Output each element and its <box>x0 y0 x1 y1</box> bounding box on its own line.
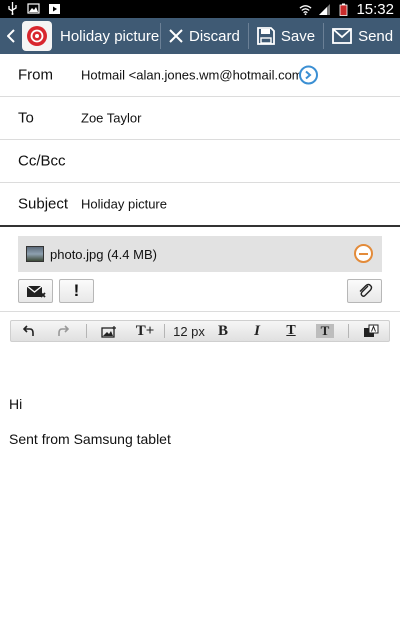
clock: 15:32 <box>356 0 394 18</box>
account-select-button[interactable] <box>299 65 318 85</box>
photo-thumbnail <box>26 246 44 262</box>
font-size-select[interactable]: 12 px <box>170 321 208 341</box>
mail-settings-icon <box>26 284 46 298</box>
subject-label: Subject <box>18 195 69 213</box>
remove-attachment-button[interactable] <box>354 244 373 263</box>
save-icon <box>256 27 275 45</box>
format-toolbar: T+ 12 px B I T T <box>10 320 390 342</box>
image-icon <box>27 3 40 14</box>
play-store-icon <box>49 4 60 14</box>
underline-button[interactable]: T <box>281 321 301 341</box>
paperclip-icon <box>359 283 372 297</box>
underline-icon: T <box>286 323 296 338</box>
recipient-chip[interactable]: Zoe Taylor <box>81 111 141 126</box>
exclamation-icon: ! <box>73 281 80 300</box>
highlight-icon: T <box>320 323 330 338</box>
bold-button[interactable]: B <box>213 321 233 341</box>
battery-icon <box>340 3 348 16</box>
to-label: To <box>18 109 34 127</box>
text-size-button[interactable]: T+ <box>133 321 157 341</box>
priority-button[interactable]: ! <box>59 279 94 303</box>
text-size-icon: T+ <box>135 322 155 339</box>
redo-icon <box>58 325 69 336</box>
status-bar: 15:32 <box>0 0 400 18</box>
italic-icon: I <box>254 322 260 339</box>
redo-button[interactable] <box>53 321 73 341</box>
divider <box>323 23 325 49</box>
from-label: From <box>18 66 53 84</box>
back-button[interactable] <box>4 18 18 54</box>
discard-button[interactable]: Discard <box>165 18 244 54</box>
send-label: Send <box>358 27 394 45</box>
divider <box>348 324 349 338</box>
divider <box>247 23 249 49</box>
body-line[interactable]: Hi <box>9 396 22 412</box>
attach-file-button[interactable] <box>347 279 382 303</box>
to-field[interactable]: To Zoe Taylor <box>0 97 400 140</box>
from-value: Hotmail <alan.jones.wm@hotmail.com> <box>81 67 311 83</box>
chevron-right-icon <box>305 70 312 80</box>
undo-icon <box>23 325 34 336</box>
attachment-name: photo.jpg (4.4 MB) <box>50 246 157 262</box>
divider <box>164 324 165 338</box>
minus-icon <box>359 252 368 255</box>
font-color-icon <box>364 324 379 337</box>
italic-button[interactable]: I <box>247 321 267 341</box>
action-bar: Holiday picture Discard Save Send <box>0 18 400 54</box>
divider <box>160 23 161 49</box>
from-row[interactable]: From Hotmail <alan.jones.wm@hotmail.com> <box>0 54 400 97</box>
save-label: Save <box>280 27 316 45</box>
cc-bcc-field[interactable]: Cc/Bcc <box>0 140 400 183</box>
discard-label: Discard <box>189 27 240 45</box>
signature-line[interactable]: Sent from Samsung tablet <box>9 431 171 447</box>
email-app-icon[interactable] <box>22 21 52 51</box>
highlight-button[interactable]: T <box>316 323 334 338</box>
chevron-left-icon <box>7 29 15 43</box>
attachment-item[interactable]: photo.jpg (4.4 MB) <box>18 236 382 272</box>
font-size-value: 12 px <box>173 323 205 339</box>
send-button[interactable]: Send <box>328 18 397 54</box>
bold-icon: B <box>217 322 228 339</box>
divider <box>0 311 400 312</box>
insert-image-icon <box>101 325 116 338</box>
more-format-button[interactable] <box>360 321 382 341</box>
page-title: Holiday picture <box>60 27 160 45</box>
wifi-icon <box>299 4 312 15</box>
subject-field[interactable]: Subject Holiday picture <box>0 183 400 227</box>
cc-bcc-label: Cc/Bcc <box>18 152 66 170</box>
signal-icon <box>319 3 331 15</box>
close-icon <box>169 29 183 43</box>
send-mail-icon <box>332 28 352 44</box>
undo-button[interactable] <box>19 321 39 341</box>
usb-icon <box>8 2 17 15</box>
save-button[interactable]: Save <box>253 18 319 54</box>
divider <box>86 324 87 338</box>
mail-options-button[interactable] <box>18 279 53 303</box>
insert-image-button[interactable] <box>98 321 120 341</box>
subject-input[interactable]: Holiday picture <box>81 197 167 212</box>
